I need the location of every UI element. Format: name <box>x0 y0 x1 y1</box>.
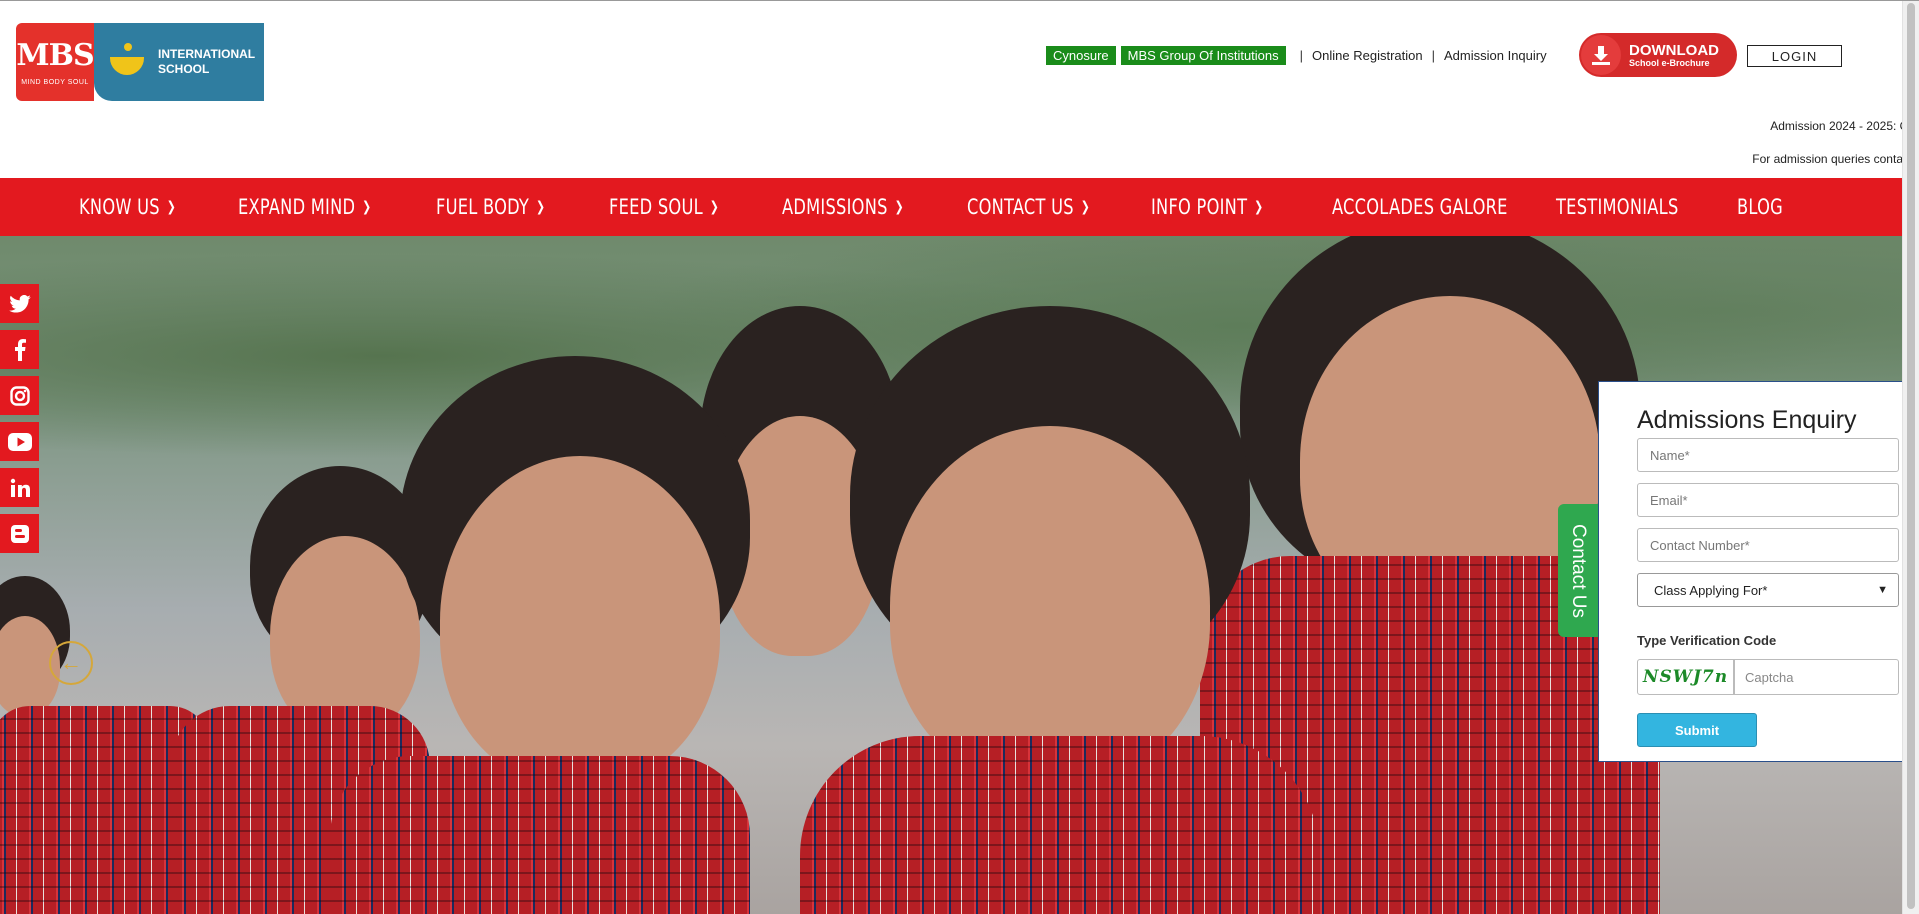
youtube-icon[interactable] <box>0 422 39 461</box>
download-label: DOWNLOAD <box>1629 41 1719 59</box>
instagram-icon[interactable] <box>0 376 39 415</box>
chevron-down-icon: ❯ <box>166 199 177 215</box>
nav-accolades-galore[interactable]: ACCOLADES GALORE <box>1332 178 1508 236</box>
admission-inquiry-link[interactable]: Admission Inquiry <box>1444 48 1547 63</box>
page: MBS MIND BODY SOUL INTERNATIONAL SCHOOL … <box>0 0 1919 914</box>
mbs-group-link[interactable]: MBS Group Of Institutions <box>1120 46 1286 65</box>
nav-info-point[interactable]: INFO POINT ❯ <box>1151 178 1263 236</box>
international-school-logo: INTERNATIONAL SCHOOL <box>94 23 264 101</box>
nav-contact-us[interactable]: CONTACT US ❯ <box>967 178 1090 236</box>
chevron-down-icon: ❯ <box>894 199 904 215</box>
nav-testimonials[interactable]: TESTIMONIALS <box>1556 178 1679 236</box>
main-nav: KNOW US ❯ EXPAND MIND ❯ FUEL BODY ❯ FEED SO… <box>0 178 1912 236</box>
online-registration-link[interactable]: Online Registration <box>1312 48 1423 63</box>
admissions-enquiry-form: Admissions Enquiry Name* Email* Contact … <box>1598 381 1919 762</box>
logo-mbs-text: MBS <box>16 38 94 73</box>
hero-child-uniform <box>330 756 750 914</box>
nav-label: KNOW US <box>79 195 160 219</box>
contact-number-input[interactable]: Contact Number* <box>1637 528 1899 562</box>
facebook-icon[interactable] <box>0 330 39 369</box>
name-input[interactable]: Name* <box>1637 438 1899 472</box>
nav-know-us[interactable]: KNOW US ❯ <box>79 178 176 236</box>
nav-blog[interactable]: BLOG <box>1737 178 1783 236</box>
download-sublabel: School e-Brochure <box>1629 57 1710 68</box>
nav-label: FEED SOUL <box>609 195 703 219</box>
social-links <box>0 284 39 560</box>
hero-child-face <box>890 426 1210 786</box>
cynosure-link[interactable]: Cynosure <box>1046 46 1116 65</box>
sunrise-icon <box>104 39 150 85</box>
logo-mbs-subtext: MIND BODY SOUL <box>21 79 89 86</box>
submit-button[interactable]: Submit <box>1637 713 1757 747</box>
nav-label: EXPAND MIND <box>238 195 356 219</box>
hero-child-face <box>440 456 720 786</box>
nav-label: TESTIMONIALS <box>1556 195 1679 219</box>
chevron-down-icon: ▼ <box>1877 584 1888 596</box>
chevron-down-icon: ❯ <box>1080 199 1091 215</box>
twitter-icon[interactable] <box>0 284 39 323</box>
chevron-down-icon: ❯ <box>1254 199 1264 215</box>
nav-admissions[interactable]: ADMISSIONS ❯ <box>782 178 904 236</box>
nav-feed-soul[interactable]: FEED SOUL ❯ <box>609 178 719 236</box>
enquiry-title: Admissions Enquiry <box>1637 406 1857 434</box>
email-input[interactable]: Email* <box>1637 483 1899 517</box>
linkedin-icon[interactable] <box>0 468 39 507</box>
download-icon <box>1581 35 1621 75</box>
separator: | <box>1299 48 1304 63</box>
nav-label: FUEL BODY <box>436 195 530 219</box>
nav-label: ACCOLADES GALORE <box>1332 195 1508 219</box>
captcha-image: NSWJ7n <box>1637 659 1734 695</box>
nav-label: BLOG <box>1737 195 1783 219</box>
page-scrollbar[interactable] <box>1902 1 1919 914</box>
logo-intl-line2: SCHOOL <box>158 62 210 76</box>
nav-fuel-body[interactable]: FUEL BODY ❯ <box>436 178 545 236</box>
nav-label: ADMISSIONS <box>782 195 888 219</box>
top-links: Cynosure MBS Group Of Institutions | Onl… <box>1046 46 1547 65</box>
admission-ticker: Admission 2024 - 2025: O <box>1770 119 1909 133</box>
contact-us-tab[interactable]: Contact Us <box>1558 504 1598 637</box>
hero-child-uniform <box>800 736 1320 914</box>
chevron-down-icon: ❯ <box>709 199 720 215</box>
logo-intl-line1: INTERNATIONAL <box>158 47 256 61</box>
download-brochure-button[interactable]: DOWNLOAD School e-Brochure <box>1579 33 1737 77</box>
nav-label: INFO POINT <box>1151 195 1248 219</box>
chevron-down-icon: ❯ <box>362 199 372 215</box>
admission-queries-ticker: For admission queries contac <box>1752 152 1909 166</box>
blogger-icon[interactable] <box>0 514 39 553</box>
slider-prev-arrow-icon[interactable]: ← <box>49 641 93 685</box>
class-applying-select[interactable]: Class Applying For* ▼ <box>1637 573 1899 607</box>
chevron-down-icon: ❯ <box>535 199 546 215</box>
login-button[interactable]: LOGIN <box>1747 45 1842 67</box>
captcha-input[interactable]: Captcha <box>1734 659 1899 695</box>
nav-expand-mind[interactable]: EXPAND MIND ❯ <box>238 178 372 236</box>
nav-label: CONTACT US <box>967 195 1074 219</box>
school-logo[interactable]: MBS MIND BODY SOUL INTERNATIONAL SCHOOL <box>16 23 264 101</box>
contact-us-tab-label: Contact Us <box>1568 523 1590 618</box>
separator: | <box>1431 48 1435 63</box>
mbs-logo: MBS MIND BODY SOUL <box>16 23 95 101</box>
class-select-value: Class Applying For* <box>1654 582 1768 598</box>
verification-label: Type Verification Code <box>1637 633 1777 648</box>
scrollbar-thumb[interactable] <box>1907 3 1915 909</box>
